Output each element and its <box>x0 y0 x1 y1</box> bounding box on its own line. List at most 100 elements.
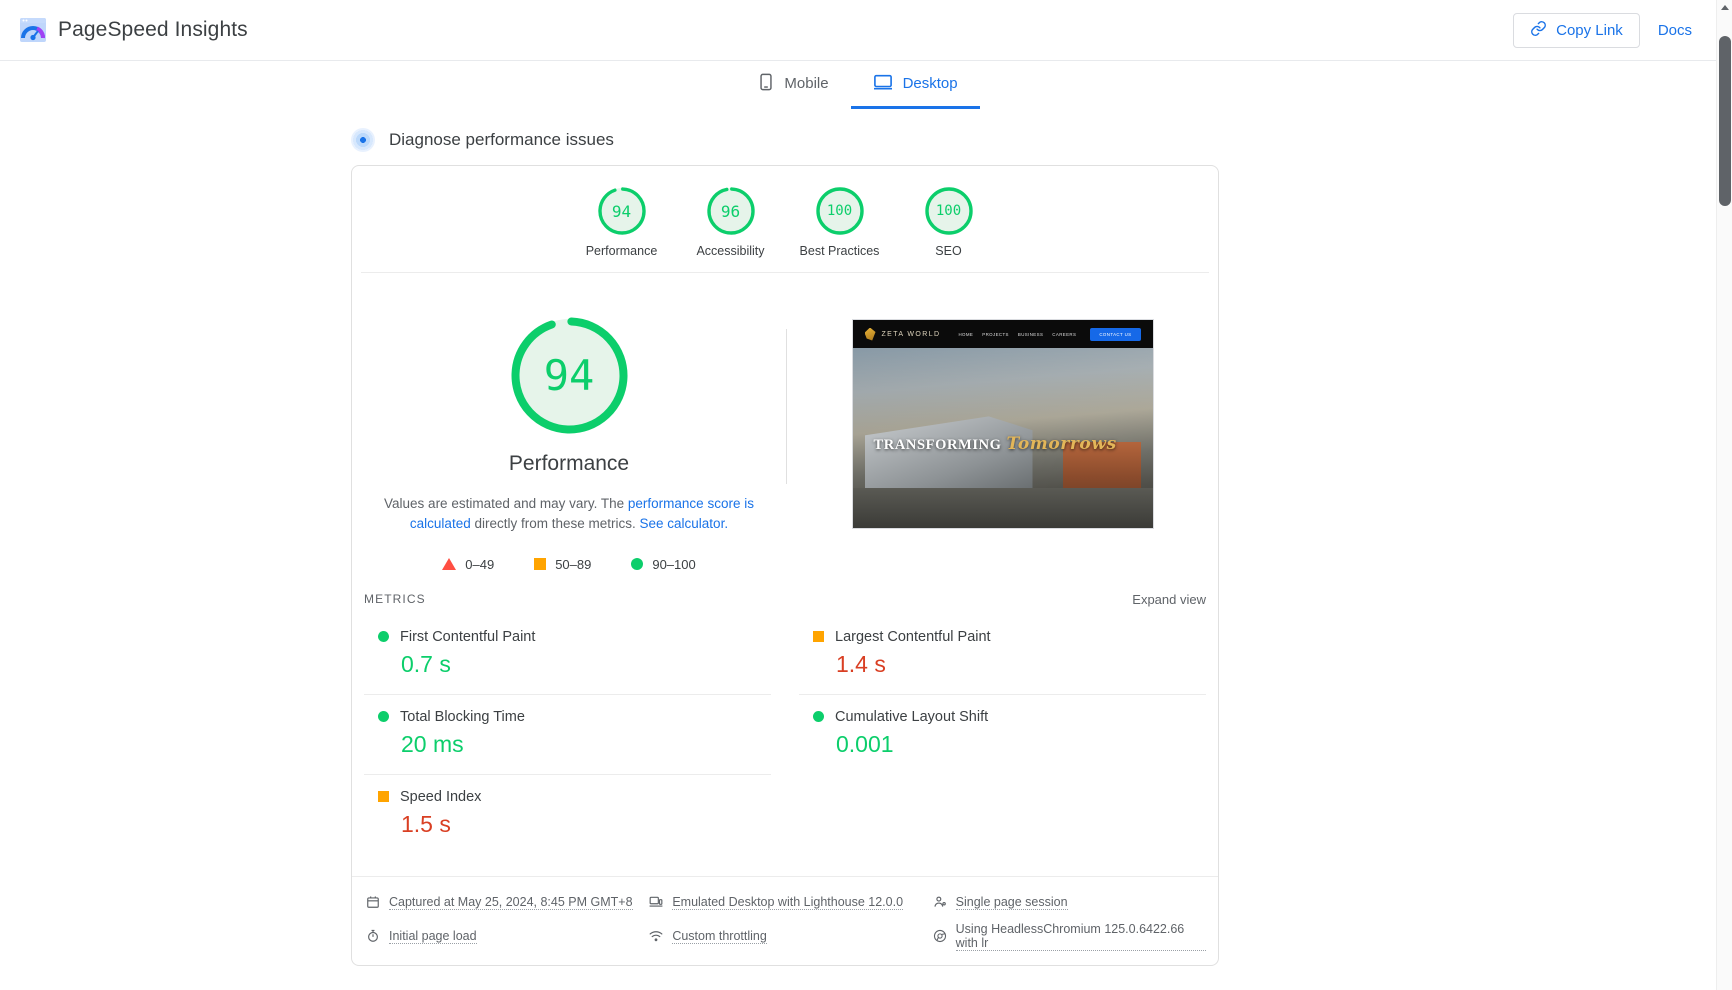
gauge-label-accessibility: Accessibility <box>696 244 764 258</box>
metric-value: 0.7 s <box>401 651 771 678</box>
gauge-value-best-practices: 100 <box>827 203 852 219</box>
header-actions: Copy Link Docs <box>1513 13 1692 48</box>
metric-value: 0.001 <box>836 731 1206 758</box>
thumbnail-road <box>853 488 1153 528</box>
diagnose-row: Diagnose performance issues <box>351 128 614 152</box>
metric-name: First Contentful Paint <box>400 629 535 645</box>
site-logo-icon <box>865 328 876 341</box>
metric-head: Cumulative Layout Shift <box>813 709 1206 725</box>
metric-name: Largest Contentful Paint <box>835 629 991 645</box>
square-icon <box>378 791 389 802</box>
metric-first-contentful-paint[interactable]: First Contentful Paint 0.7 s <box>364 615 771 695</box>
monitor-icon <box>649 895 663 909</box>
gauge-value-accessibility: 96 <box>721 202 740 221</box>
gauge-ring-accessibility: 96 <box>708 188 754 234</box>
meta-label: Using HeadlessChromium 125.0.6422.66 wit… <box>956 922 1206 951</box>
target-pulse-icon <box>351 128 375 152</box>
gauge-label-best-practices: Best Practices <box>800 244 880 258</box>
thumbnail-hero-title-script: Tomorrows <box>1007 434 1117 454</box>
gauge-label-seo: SEO <box>935 244 961 258</box>
metric-head: Total Blocking Time <box>378 709 771 725</box>
performance-score-label: Performance <box>509 452 629 476</box>
chrome-icon <box>933 929 947 943</box>
app-header: PageSpeed Insights Copy Link Docs <box>0 0 1716 61</box>
circle-icon <box>631 558 643 570</box>
calendar-icon <box>366 895 380 909</box>
metric-head: First Contentful Paint <box>378 629 771 645</box>
category-score-row: 94 Performance 96 Accessibility 100 Best… <box>361 166 1209 273</box>
desktop-icon <box>873 73 893 95</box>
metric-cumulative-layout-shift[interactable]: Cumulative Layout Shift 0.001 <box>799 695 1206 775</box>
meta-throttling: Custom throttling <box>649 922 922 951</box>
performance-gauge: 94 <box>513 319 626 432</box>
meta-emulation: Emulated Desktop with Lighthouse 12.0.0 <box>649 895 922 910</box>
form-factor-tabs: Mobile Desktop <box>0 61 1716 109</box>
page-scrollbar[interactable] <box>1716 0 1732 990</box>
meta-browser: Using HeadlessChromium 125.0.6422.66 wit… <box>933 922 1206 951</box>
legend-range-good: 90–100 <box>652 557 695 572</box>
score-summary: 94 Performance Values are estimated and … <box>352 273 1218 572</box>
wifi-icon <box>649 929 663 943</box>
phone-icon <box>758 73 774 95</box>
square-icon <box>534 558 546 570</box>
thumbnail-hero-title-main: TRANSFORMING <box>874 437 1002 453</box>
gauge-value-performance: 94 <box>612 202 631 221</box>
meta-load-type: Initial page load <box>366 922 639 951</box>
tab-desktop[interactable]: Desktop <box>851 61 980 109</box>
metric-value: 20 ms <box>401 731 771 758</box>
circle-icon <box>378 711 389 722</box>
diagnose-label: Diagnose performance issues <box>389 130 614 150</box>
meta-label: Initial page load <box>389 929 477 944</box>
circle-icon <box>813 711 824 722</box>
metric-head: Speed Index <box>378 789 771 805</box>
score-note-middle: directly from these metrics. <box>471 516 640 531</box>
tab-desktop-label: Desktop <box>903 75 958 92</box>
see-calculator-link[interactable]: See calculator. <box>640 516 729 531</box>
run-metadata: Captured at May 25, 2024, 8:45 PM GMT+8 … <box>352 876 1218 965</box>
thumbnail-site-name: ZETA WORLD <box>882 331 941 338</box>
thumbnail-cta-button: CONTACT US <box>1090 328 1140 341</box>
metric-value: 1.5 s <box>401 811 771 838</box>
thumbnail-nav-item: HOME <box>958 332 973 337</box>
scrollbar-thumb[interactable] <box>1719 36 1731 206</box>
meta-captured-at: Captured at May 25, 2024, 8:45 PM GMT+8 <box>366 895 639 910</box>
score-legend: 0–49 50–89 90–100 <box>442 557 695 572</box>
triangle-icon <box>442 558 456 570</box>
category-score-seo[interactable]: 100 SEO <box>894 188 1003 258</box>
legend-item-average: 50–89 <box>534 557 591 572</box>
meta-label: Captured at May 25, 2024, 8:45 PM GMT+8 <box>389 895 633 910</box>
link-icon <box>1530 20 1547 41</box>
docs-link[interactable]: Docs <box>1658 22 1692 39</box>
copy-link-button[interactable]: Copy Link <box>1513 13 1640 48</box>
score-note: Values are estimated and may vary. The p… <box>373 494 765 535</box>
copy-link-label: Copy Link <box>1556 22 1623 39</box>
metric-largest-contentful-paint[interactable]: Largest Contentful Paint 1.4 s <box>799 615 1206 695</box>
tab-mobile-label: Mobile <box>784 75 828 92</box>
gauge-ring-performance: 94 <box>599 188 645 234</box>
thumbnail-site-nav: ZETA WORLD HOME PROJECTS BUSINESS CAREER… <box>853 320 1153 348</box>
meta-label: Single page session <box>956 895 1068 910</box>
meta-label: Emulated Desktop with Lighthouse 12.0.0 <box>672 895 903 910</box>
expand-view-button[interactable]: Expand view <box>1132 592 1206 607</box>
person-icon <box>933 895 947 909</box>
category-score-accessibility[interactable]: 96 Accessibility <box>676 188 785 258</box>
brand: PageSpeed Insights <box>18 15 248 45</box>
thumbnail-nav-item: BUSINESS <box>1018 332 1043 337</box>
scroll-up-arrow-icon[interactable] <box>1721 5 1729 10</box>
final-screenshot-panel: ZETA WORLD HOME PROJECTS BUSINESS CAREER… <box>787 319 1218 529</box>
category-score-best-practices[interactable]: 100 Best Practices <box>785 188 894 258</box>
metric-name: Speed Index <box>400 789 481 805</box>
metrics-header: METRICS Expand view <box>352 572 1218 615</box>
pagespeed-logo-icon <box>18 15 48 45</box>
metric-name: Cumulative Layout Shift <box>835 709 988 725</box>
score-note-prefix: Values are estimated and may vary. The <box>384 496 628 511</box>
tab-mobile[interactable]: Mobile <box>736 61 850 109</box>
gauge-ring-seo: 100 <box>926 188 972 234</box>
performance-score-value: 94 <box>544 351 595 400</box>
category-score-performance[interactable]: 94 Performance <box>567 188 676 258</box>
legend-item-poor: 0–49 <box>442 557 494 572</box>
meta-session: Single page session <box>933 895 1206 910</box>
metric-speed-index[interactable]: Speed Index 1.5 s <box>364 775 771 854</box>
metric-total-blocking-time[interactable]: Total Blocking Time 20 ms <box>364 695 771 775</box>
thumbnail-hero-title: TRANSFORMING Tomorrows <box>874 434 1117 454</box>
